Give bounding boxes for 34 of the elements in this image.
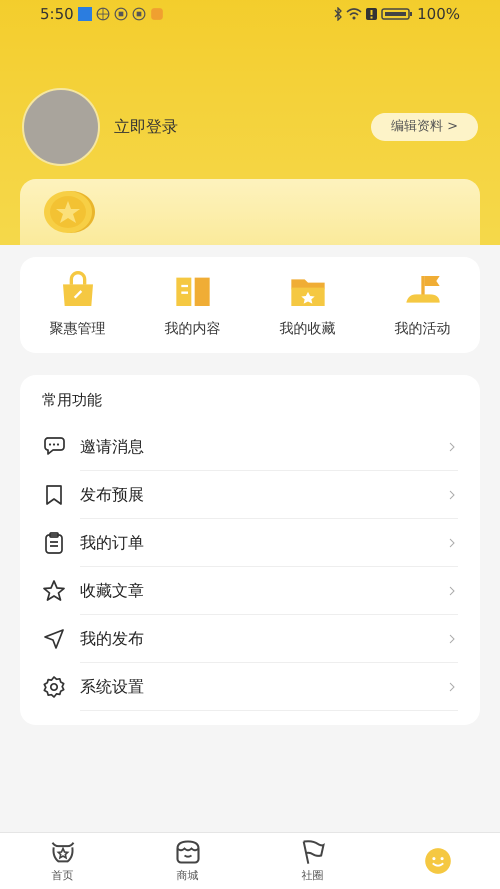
star-coin-icon [42,190,96,234]
battery-icon [381,8,414,20]
bluetooth-icon [334,6,342,21]
app-notification-icon [132,6,146,21]
shortcut-item[interactable]: 聚惠管理 [20,270,135,340]
star-icon [42,579,66,603]
menu-item[interactable]: 邀请消息 [42,423,458,471]
menu-item[interactable]: 发布预展 [42,471,458,519]
menu-item[interactable]: 我的订单 [42,519,458,567]
clipboard-icon [42,531,66,555]
smiley-icon [424,847,452,875]
battery-level: 100% [417,4,460,25]
globe-icon [96,6,110,21]
tab-item[interactable]: 首页 [0,833,125,889]
app-notification-icon [114,6,128,21]
wifi-icon [346,6,362,21]
shortcut-item[interactable]: 我的活动 [365,270,480,340]
menu-item[interactable]: 我的发布 [42,615,458,663]
tab-item[interactable]: 社圈 [250,833,375,889]
tab-item[interactable]: 商城 [125,833,250,889]
status-time: 5:50 [40,4,74,25]
shortcut-item[interactable]: 我的内容 [135,270,250,340]
app-notification-icon [150,6,164,21]
app-notification-icon [78,6,92,21]
login-link[interactable]: 立即登录 [114,114,371,139]
edit-profile-button[interactable]: 编辑资料 > [370,112,478,141]
settings-icon [42,675,66,699]
send-icon [42,627,66,651]
shortcut-item[interactable]: 我的收藏 [250,270,365,340]
section-title: 常用功能 [42,390,103,411]
shop-icon [174,838,202,866]
menu-item[interactable]: 系统设置 [42,663,458,711]
alert-icon [366,8,378,20]
menu-item[interactable]: 收藏文章 [42,567,458,615]
